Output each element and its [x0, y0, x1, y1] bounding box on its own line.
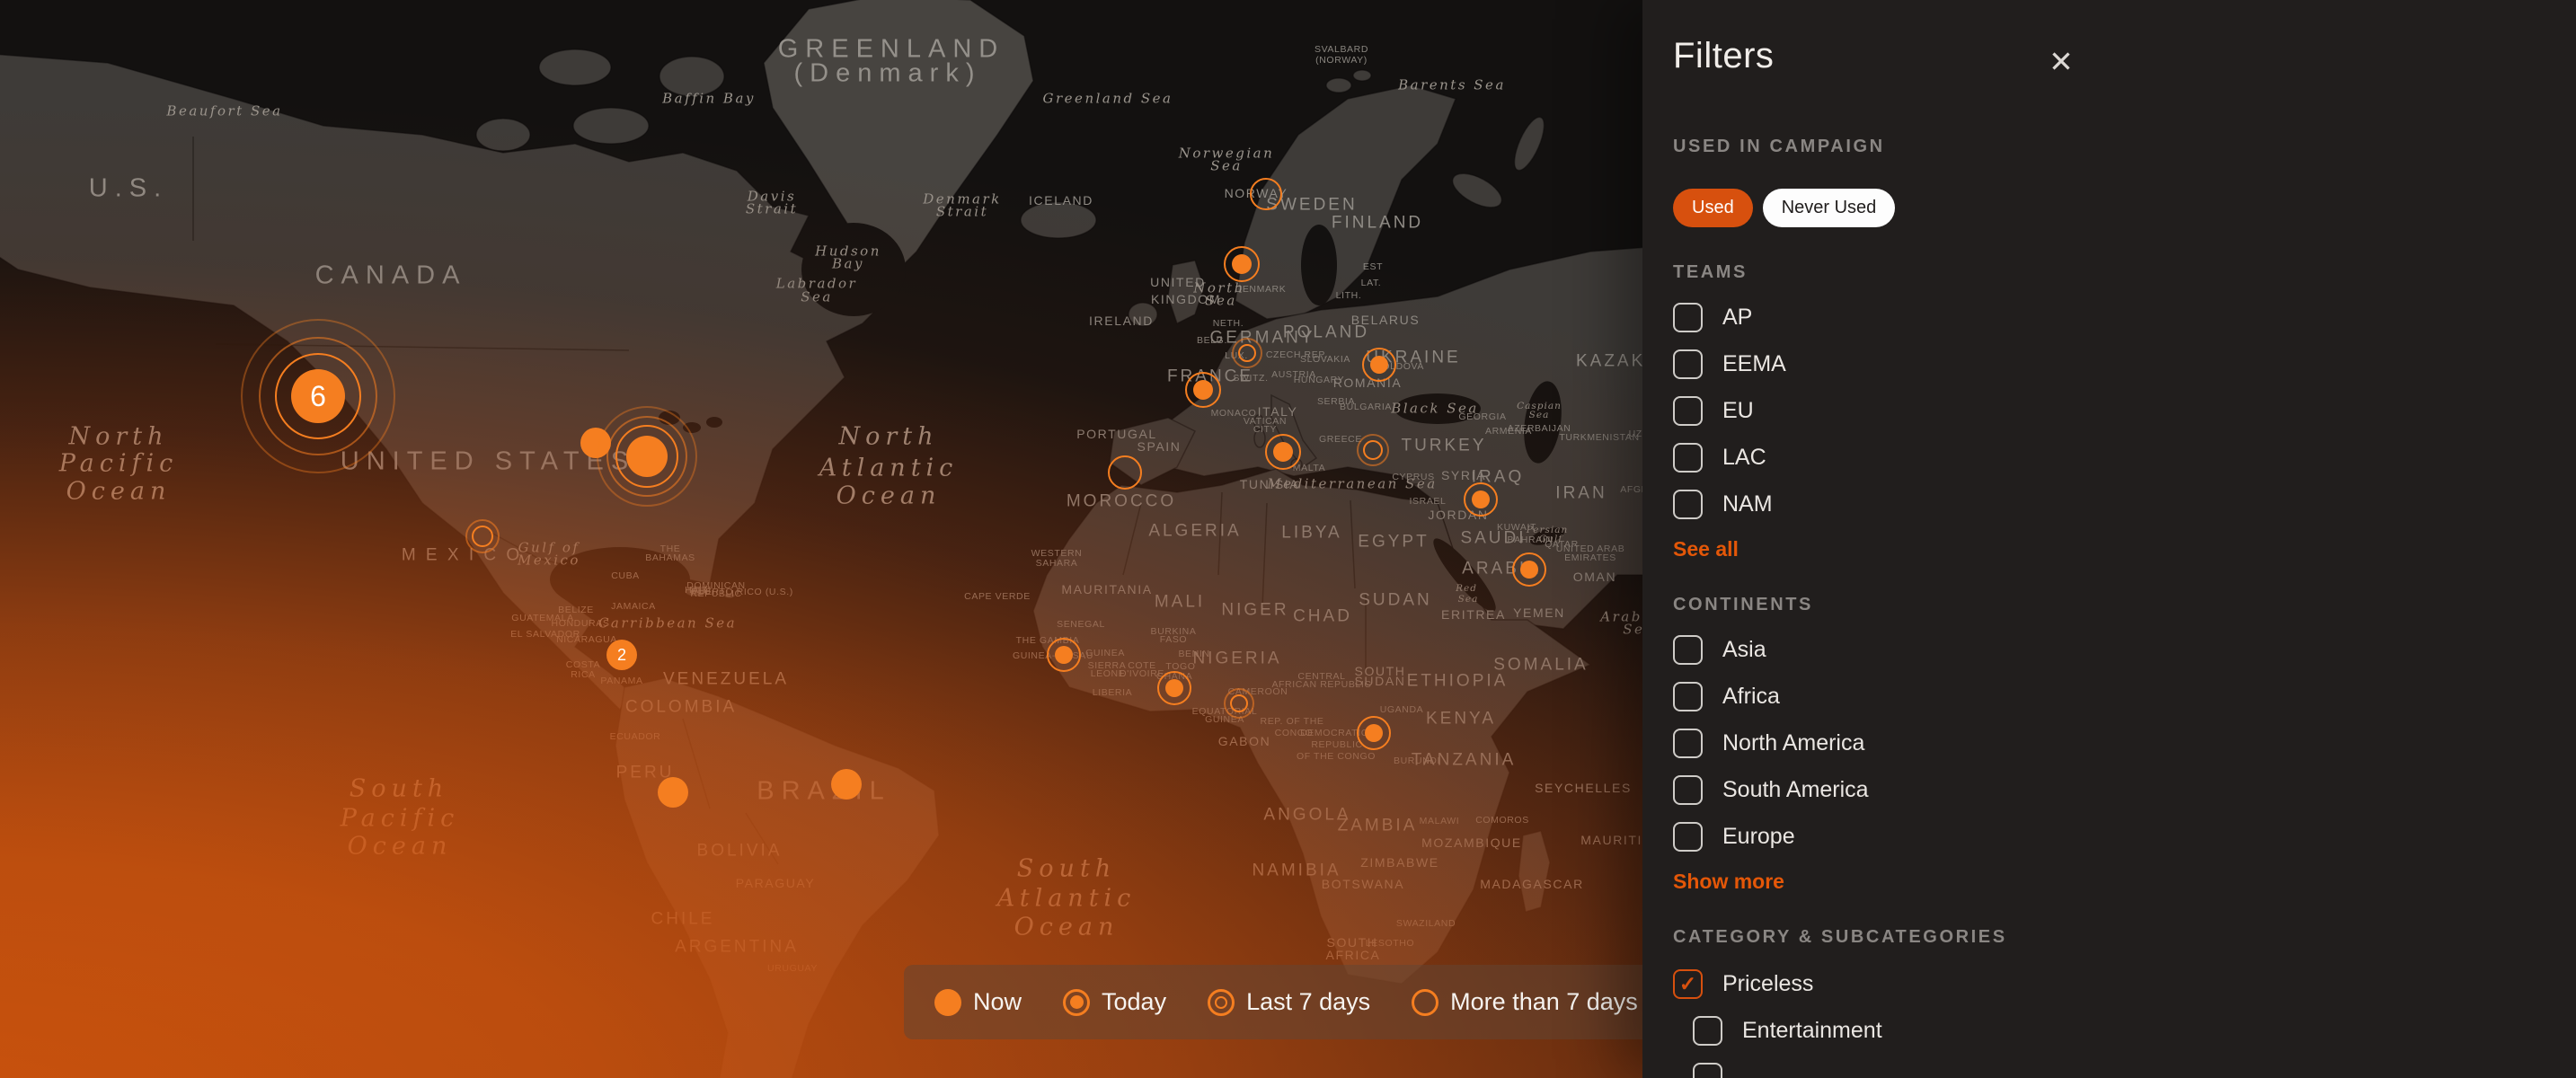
marker-ring — [1108, 455, 1142, 490]
marker-dot — [831, 769, 862, 800]
close-icon[interactable]: ✕ — [2041, 41, 2081, 81]
marker-dot — [1520, 561, 1538, 579]
marker-dot — [1365, 724, 1383, 742]
marker-dot: 2 — [606, 640, 637, 670]
legend-label: Now — [973, 988, 1022, 1016]
continent-label: Africa — [1722, 684, 1780, 710]
legend-label: Today — [1102, 988, 1166, 1016]
team-checkbox[interactable] — [1673, 490, 1703, 519]
continent-row-asia: Asia — [1673, 634, 1766, 665]
team-label: AP — [1722, 305, 1752, 331]
section-header-categories: CATEGORY & SUBCATEGORIES — [1673, 927, 2007, 948]
category-row-partial — [1693, 1062, 1722, 1078]
marker-dot — [1055, 646, 1073, 664]
used-toggle-group: Used Never Used — [1673, 189, 1895, 227]
category-checkbox[interactable] — [1693, 1063, 1722, 1078]
team-row-nam: NAM — [1673, 489, 1773, 519]
team-row-eu: EU — [1673, 395, 1754, 426]
legend-label: Last 7 days — [1246, 988, 1370, 1016]
continent-checkbox[interactable] — [1673, 682, 1703, 711]
legend-item: Last 7 days — [1208, 988, 1370, 1016]
category-label: Entertainment — [1742, 1018, 1882, 1044]
marker-dot — [1370, 356, 1388, 374]
continent-label: Europe — [1722, 824, 1795, 850]
marker-dot: 6 — [291, 369, 345, 423]
continent-checkbox[interactable] — [1673, 635, 1703, 665]
team-checkbox[interactable] — [1673, 303, 1703, 332]
team-label: LAC — [1722, 445, 1766, 471]
marker-dot — [626, 436, 668, 477]
marker-dot — [1193, 380, 1213, 400]
team-row-lac: LAC — [1673, 442, 1766, 473]
team-label: EU — [1722, 398, 1754, 424]
panel-title: Filters — [1673, 36, 1774, 76]
team-checkbox[interactable] — [1673, 396, 1703, 426]
team-label: NAM — [1722, 491, 1773, 517]
continent-checkbox[interactable] — [1673, 729, 1703, 758]
marker-dot — [1232, 254, 1252, 274]
never-used-pill[interactable]: Never Used — [1763, 189, 1896, 227]
continent-label: North America — [1722, 730, 1864, 756]
section-header-continents: CONTINENTS — [1673, 595, 1813, 615]
older-marker-icon — [1412, 989, 1438, 1016]
map-legend: NowTodayLast 7 daysMore than 7 days ago — [904, 965, 1700, 1039]
category-row-entertainment: Entertainment — [1693, 1015, 1882, 1046]
marker-ring — [1250, 178, 1282, 210]
team-label: EEMA — [1722, 351, 1786, 377]
show-more-link[interactable]: Show more — [1673, 870, 1784, 894]
marker-ring — [1232, 338, 1262, 368]
used-pill[interactable]: Used — [1673, 189, 1753, 227]
section-header-teams: TEAMS — [1673, 262, 1748, 283]
continent-label: Asia — [1722, 637, 1766, 663]
continent-checkbox[interactable] — [1673, 775, 1703, 805]
team-checkbox[interactable] — [1673, 349, 1703, 379]
team-row-eema: EEMA — [1673, 349, 1786, 379]
team-checkbox[interactable] — [1673, 443, 1703, 473]
legend-item: Today — [1063, 988, 1166, 1016]
now-marker-icon — [934, 989, 961, 1016]
marker-dot — [1165, 679, 1183, 697]
category-label: Priceless — [1722, 971, 1813, 997]
marker-ring — [1357, 434, 1389, 466]
see-all-link[interactable]: See all — [1673, 537, 1739, 561]
section-header-used-in-campaign: USED IN CAMPAIGN — [1673, 137, 1885, 157]
last7-marker-icon — [1208, 989, 1235, 1016]
continent-label: South America — [1722, 777, 1869, 803]
marker-ring — [1224, 688, 1254, 719]
marker-dot — [1472, 490, 1490, 508]
category-row-priceless: ✓ Priceless — [1673, 968, 1813, 999]
team-row-ap: AP — [1673, 302, 1752, 332]
legend-item: Now — [934, 988, 1022, 1016]
category-checkbox[interactable] — [1693, 1016, 1722, 1046]
marker-ring — [465, 519, 500, 553]
filters-panel: Filters ✕ USED IN CAMPAIGN Used Never Us… — [1642, 0, 2576, 1078]
continent-row-north-america: North America — [1673, 728, 1864, 758]
continent-checkbox[interactable] — [1673, 822, 1703, 852]
continent-row-south-america: South America — [1673, 774, 1869, 805]
marker-dot — [1273, 442, 1293, 462]
today-marker-icon — [1063, 989, 1090, 1016]
category-checkbox[interactable]: ✓ — [1673, 969, 1703, 999]
continent-row-africa: Africa — [1673, 681, 1780, 711]
marker-dot — [658, 777, 688, 808]
app-window: U.S.CANADAUNITED STATESGREENLAND(Denmark… — [0, 0, 2576, 1078]
continent-row-europe: Europe — [1673, 821, 1795, 852]
